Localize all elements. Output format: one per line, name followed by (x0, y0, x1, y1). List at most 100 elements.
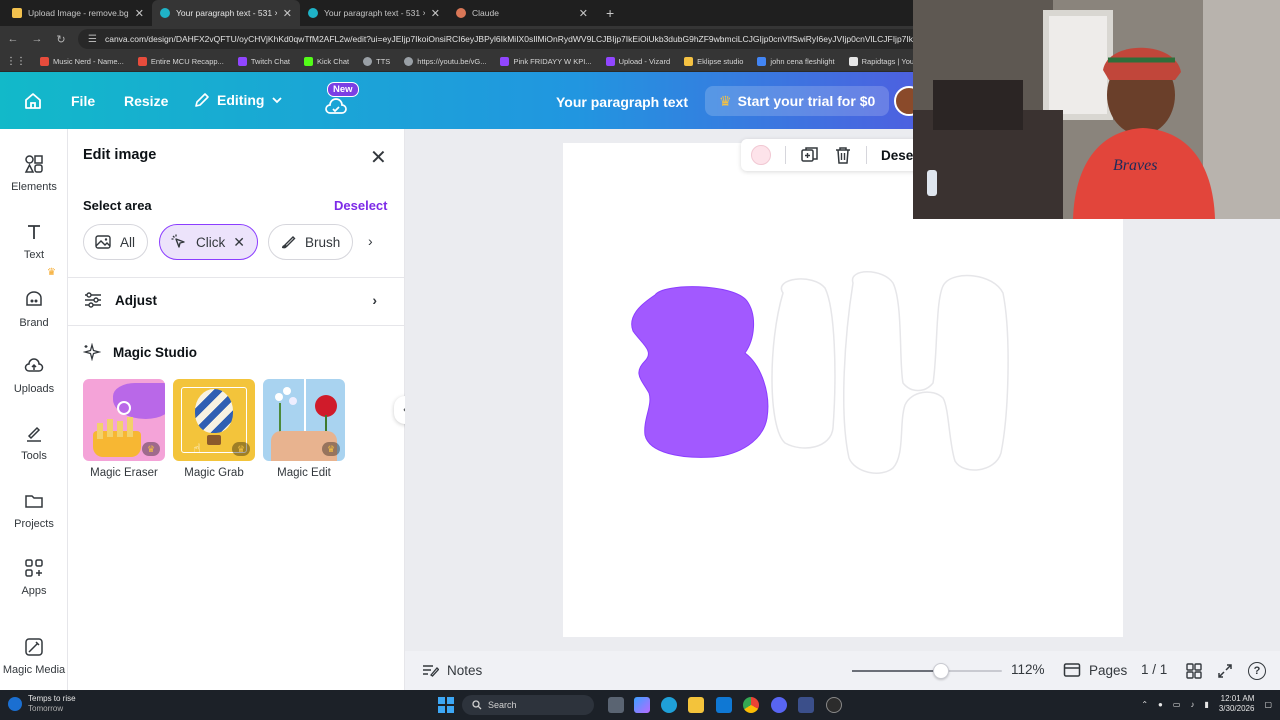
chrome-icon[interactable] (743, 697, 759, 713)
tab-title: Your paragraph text - 531 × 46 (176, 8, 277, 18)
close-tab-icon[interactable]: ✕ (431, 7, 440, 20)
sidebar-item-elements[interactable]: Elements (0, 153, 68, 193)
grid-view-icon[interactable] (1186, 663, 1202, 679)
adjust-row[interactable]: Adjust › (83, 289, 377, 311)
select-brush-chip[interactable]: Brush (268, 224, 354, 260)
notes-icon (423, 665, 439, 677)
sparkles-icon (83, 343, 101, 361)
magic-eraser-tile[interactable]: ♛ Magic Eraser (83, 379, 165, 479)
edge-icon[interactable] (661, 697, 677, 713)
pencil-icon (195, 93, 209, 107)
bookmark[interactable]: TTS (363, 57, 390, 66)
crown-icon: ♛ (719, 92, 732, 109)
sidebar-item-brand[interactable]: ♛ Brand (0, 267, 68, 329)
color-swatch[interactable] (751, 145, 771, 165)
discord-icon[interactable] (771, 697, 787, 713)
zoom-slider-thumb[interactable] (933, 663, 949, 679)
windows-start-icon[interactable] (438, 697, 454, 713)
magic-click-icon (171, 234, 185, 248)
bookmark[interactable]: john cena fleshlight (757, 57, 835, 66)
deselect-button[interactable]: Deselect (334, 198, 387, 213)
close-icon[interactable]: ✕ (370, 145, 387, 170)
sidebar-item-label: Projects (14, 518, 54, 530)
crown-icon: ♛ (322, 442, 340, 456)
notes-button[interactable]: Notes (421, 662, 482, 678)
duplicate-icon[interactable] (800, 145, 820, 165)
clear-selection-icon[interactable]: ✕ (233, 234, 245, 251)
editing-label: Editing (217, 92, 265, 108)
chevron-up-icon[interactable]: ⌃ (1141, 700, 1148, 709)
site-info-icon[interactable]: ☰ (88, 34, 97, 45)
bookmark[interactable]: Twitch Chat (237, 57, 290, 66)
apps-grid-icon[interactable]: ⋮⋮ (6, 56, 26, 67)
back-icon[interactable]: ← (6, 33, 20, 45)
file-menu-button[interactable]: File (71, 93, 95, 109)
battery-icon[interactable]: ▮ (1204, 700, 1208, 709)
divider (68, 277, 405, 278)
forward-icon[interactable]: → (30, 33, 44, 45)
magic-edit-tile[interactable]: ♛ Magic Edit (263, 379, 345, 479)
sidebar-item-apps[interactable]: Apps (0, 557, 68, 597)
bookmark[interactable]: https://youtu.be/vG... (404, 57, 486, 66)
selection-highlight (631, 286, 769, 458)
sidebar-item-projects[interactable]: Projects (0, 490, 68, 530)
zoom-level[interactable]: 112% (1011, 662, 1045, 677)
taskbar-search[interactable]: Search (462, 695, 594, 715)
browser-tab[interactable]: Your paragraph text - 531 × 46 ✕ (300, 0, 448, 26)
weather-subtitle: Tomorrow (28, 704, 64, 713)
bookmark[interactable]: Pink FRIDAYY W KPI... (500, 57, 592, 66)
bookmark[interactable]: Music Nerd - Name... (40, 57, 124, 66)
app-icon[interactable] (798, 697, 814, 713)
cloud-save-button[interactable]: New (322, 82, 359, 122)
sidebar-item-magic-media[interactable]: Magic Media (0, 636, 68, 676)
clock[interactable]: 12:01 AM 3/30/2026 (1219, 694, 1255, 714)
folder-icon (23, 490, 45, 512)
sidebar-item-label: Uploads (13, 383, 55, 395)
deselect-toolbar-button[interactable]: Desel (881, 148, 917, 163)
help-icon[interactable]: ? (1248, 662, 1266, 680)
browser-tab-active[interactable]: Your paragraph text - 531 × 46 ✕ (152, 0, 300, 26)
trash-icon[interactable] (834, 145, 852, 165)
editing-mode-button[interactable]: Editing (193, 91, 284, 109)
close-tab-icon[interactable]: ✕ (579, 7, 588, 20)
store-icon[interactable] (716, 697, 732, 713)
weather-widget[interactable]: Temps to rise Tomorrow (8, 694, 76, 714)
bookmark-label: Twitch Chat (250, 57, 290, 66)
magic-grab-tile[interactable]: ☝ ♛ Magic Grab (173, 379, 255, 479)
chip-label: Brush (305, 234, 341, 250)
volume-icon[interactable]: ♪ (1190, 700, 1194, 709)
pages-button[interactable]: Pages (1063, 662, 1127, 678)
document-title[interactable]: Your paragraph text (556, 94, 688, 110)
zoom-slider[interactable] (852, 663, 1002, 679)
fullscreen-icon[interactable] (1217, 663, 1233, 679)
select-click-chip[interactable]: Click ✕ (159, 224, 258, 260)
obs-icon[interactable] (826, 697, 842, 713)
reload-icon[interactable]: ↻ (54, 33, 68, 46)
home-button[interactable] (22, 90, 44, 112)
close-tab-icon[interactable]: ✕ (283, 7, 292, 20)
browser-tab[interactable]: Claude ✕ (448, 0, 596, 26)
chevron-right-icon[interactable]: › (368, 233, 373, 249)
new-tab-icon[interactable]: + (596, 5, 624, 21)
microphone-icon[interactable]: ● (1158, 700, 1163, 709)
bookmark[interactable]: Upload - Vizard (605, 57, 670, 66)
close-tab-icon[interactable]: ✕ (135, 7, 144, 20)
select-all-chip[interactable]: All (83, 224, 149, 260)
bookmark[interactable]: Eklipse studio (684, 57, 743, 66)
start-trial-button[interactable]: ♛ Start your trial for $0 (705, 86, 890, 116)
notifications-icon[interactable]: ▢ (1264, 700, 1272, 709)
copilot-icon[interactable] (634, 697, 650, 713)
sidebar-item-uploads[interactable]: Uploads (0, 355, 68, 395)
divider (785, 146, 786, 164)
resize-button[interactable]: Resize (124, 93, 168, 109)
browser-tab[interactable]: Upload Image - remove.bg ✕ (4, 0, 152, 26)
sidebar-item-tools[interactable]: Tools (0, 422, 68, 462)
bookmark[interactable]: Entire MCU Recapp... (137, 57, 224, 66)
bookmark[interactable]: Kick Chat (304, 57, 349, 66)
file-explorer-icon[interactable] (688, 697, 704, 713)
network-icon[interactable]: ▭ (1173, 700, 1181, 709)
bookmark-icon (757, 57, 767, 66)
task-view-icon[interactable] (608, 697, 624, 713)
sidebar-item-text[interactable]: Text (0, 221, 68, 261)
magic-media-icon (23, 636, 45, 658)
